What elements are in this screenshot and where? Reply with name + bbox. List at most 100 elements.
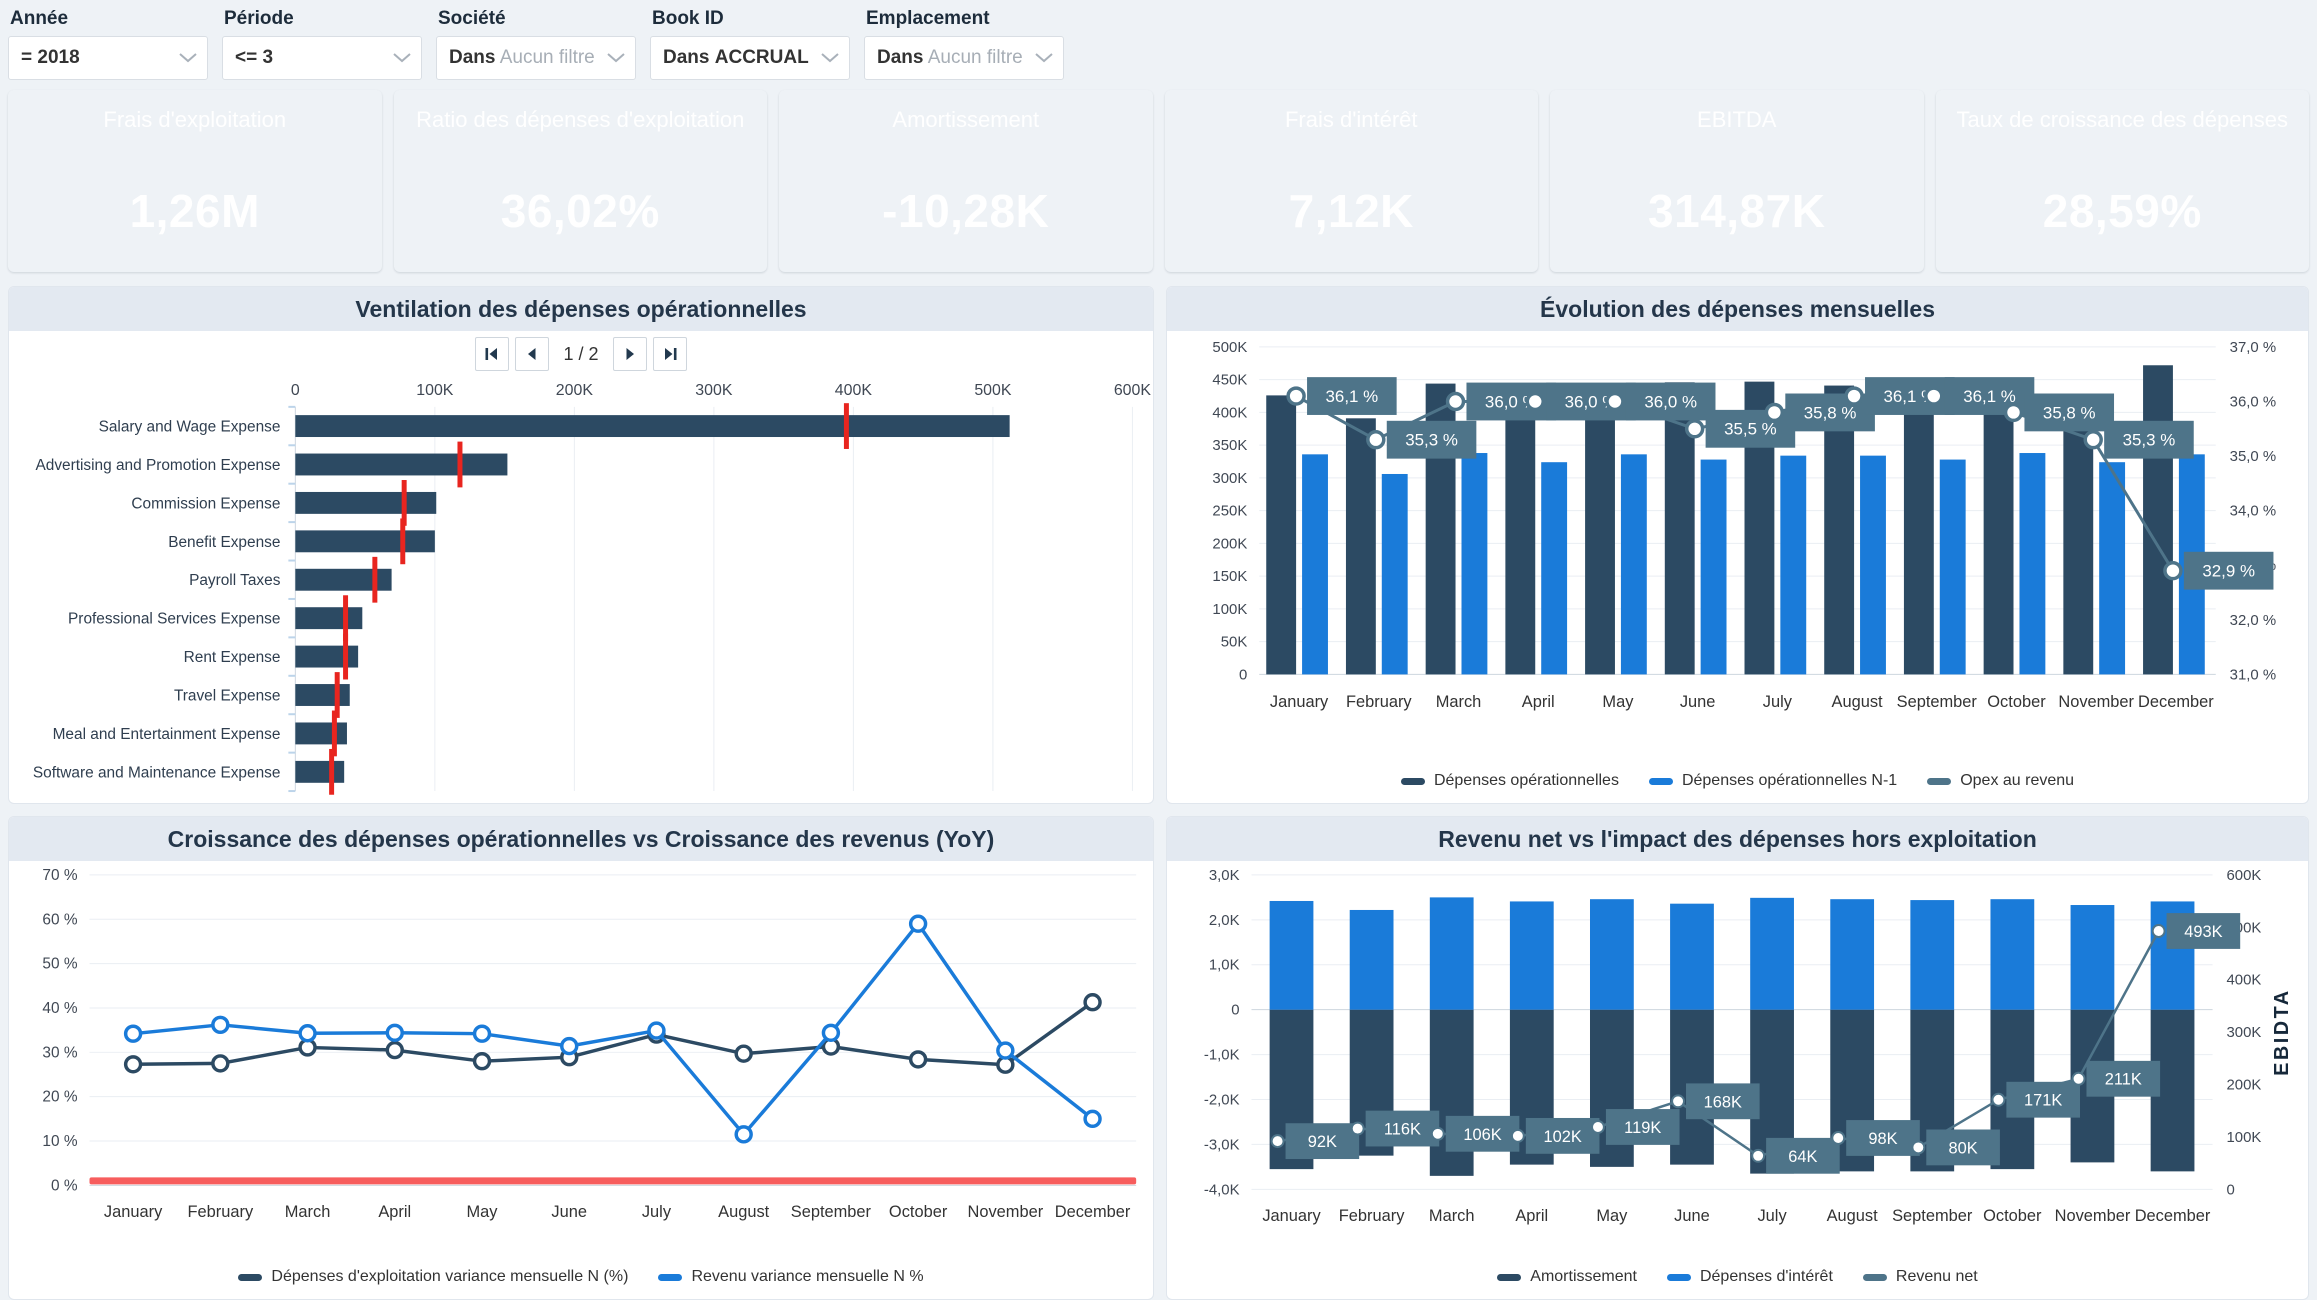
column-previous-year[interactable] <box>1382 474 1408 674</box>
column-previous-year[interactable] <box>1621 454 1647 674</box>
interest-column[interactable] <box>1910 900 1954 1010</box>
column-previous-year[interactable] <box>1302 454 1328 674</box>
filter-dropdown-annee[interactable]: = 2018 <box>8 36 208 80</box>
legend-item[interactable]: Dépenses d'intérêt <box>1667 1268 1833 1286</box>
interest-column[interactable] <box>1830 899 1874 1009</box>
line-point[interactable] <box>1687 421 1703 437</box>
line-point[interactable] <box>1368 432 1384 448</box>
expense-bar[interactable] <box>295 492 436 514</box>
interest-column[interactable] <box>1670 904 1714 1010</box>
line-point[interactable] <box>1766 404 1782 420</box>
target-marker[interactable] <box>343 634 348 680</box>
line-point[interactable] <box>475 1054 490 1069</box>
column-current-year[interactable] <box>1904 388 1934 674</box>
column-current-year[interactable] <box>1346 418 1376 674</box>
filter-dropdown-periode[interactable]: <= 3 <box>222 36 422 80</box>
line-point[interactable] <box>823 1025 838 1040</box>
expense-bar[interactable] <box>295 415 1009 437</box>
line-point[interactable] <box>911 916 926 931</box>
line-point[interactable] <box>1832 1132 1844 1144</box>
line-point[interactable] <box>1085 995 1100 1010</box>
line-point[interactable] <box>1512 1130 1524 1142</box>
kpi-card-taux-croissance[interactable]: Taux de croissance des dépenses 28,59% <box>1936 90 2310 272</box>
line-point[interactable] <box>2165 563 2181 579</box>
legend-item[interactable]: Dépenses opérationnelles N-1 <box>1649 772 1897 790</box>
target-marker[interactable] <box>457 442 462 488</box>
interest-column[interactable] <box>2071 905 2115 1010</box>
line-point[interactable] <box>126 1026 141 1041</box>
line-point[interactable] <box>1432 1128 1444 1140</box>
pagination-prev-button[interactable] <box>515 337 549 371</box>
line-point[interactable] <box>2153 925 2165 937</box>
column-current-year[interactable] <box>1505 388 1535 675</box>
column-previous-year[interactable] <box>1461 453 1487 674</box>
target-marker[interactable] <box>844 403 849 449</box>
legend-item[interactable]: Revenu net <box>1863 1268 1978 1286</box>
line-point[interactable] <box>475 1026 490 1041</box>
line-point[interactable] <box>387 1043 402 1058</box>
interest-column[interactable] <box>1510 901 1554 1009</box>
column-previous-year[interactable] <box>1701 460 1727 675</box>
line-point[interactable] <box>736 1046 751 1061</box>
kpi-card-frais-exploitation[interactable]: Frais d'exploitation 1,26M <box>8 90 382 272</box>
expense-bar[interactable] <box>295 684 349 706</box>
interest-column[interactable] <box>1750 898 1794 1010</box>
interest-column[interactable] <box>1590 899 1634 1009</box>
line-point[interactable] <box>1085 1111 1100 1126</box>
column-previous-year[interactable] <box>2019 453 2045 674</box>
kpi-card-ratio-depenses[interactable]: Ratio des dépenses d'exploitation 36,02% <box>394 90 768 272</box>
kpi-card-amortissement[interactable]: Amortissement -10,28K <box>779 90 1153 272</box>
line-point[interactable] <box>1288 388 1304 404</box>
column-previous-year[interactable] <box>1780 456 1806 675</box>
legend-item[interactable]: Opex au revenu <box>1927 772 2074 790</box>
line-point[interactable] <box>2085 432 2101 448</box>
column-current-year[interactable] <box>1585 399 1615 675</box>
target-marker[interactable] <box>329 749 334 795</box>
line-point[interactable] <box>736 1127 751 1142</box>
line-point[interactable] <box>1592 1121 1604 1133</box>
line-point[interactable] <box>1448 394 1464 410</box>
line-point[interactable] <box>1912 1141 1924 1153</box>
pagination-next-button[interactable] <box>613 337 647 371</box>
column-current-year[interactable] <box>1984 390 2014 674</box>
interest-column[interactable] <box>1350 910 1394 1010</box>
expense-bar[interactable] <box>295 646 358 668</box>
column-current-year[interactable] <box>1266 395 1296 674</box>
interest-column[interactable] <box>1430 897 1474 1009</box>
interest-column[interactable] <box>1270 901 1314 1010</box>
interest-column[interactable] <box>1990 899 2034 1009</box>
line-point[interactable] <box>998 1043 1013 1058</box>
legend-item[interactable]: Amortissement <box>1497 1268 1637 1286</box>
line-point[interactable] <box>213 1017 228 1032</box>
filter-dropdown-bookid[interactable]: Dans ACCRUAL <box>650 36 850 80</box>
kpi-card-ebitda[interactable]: EBITDA 314,87K <box>1550 90 1924 272</box>
line-point[interactable] <box>649 1023 664 1038</box>
line-point[interactable] <box>911 1052 926 1067</box>
pagination-last-button[interactable] <box>653 337 687 371</box>
expense-bar[interactable] <box>295 607 362 629</box>
column-previous-year[interactable] <box>1940 460 1966 675</box>
column-current-year[interactable] <box>2143 365 2173 674</box>
line-point[interactable] <box>387 1025 402 1040</box>
line-point[interactable] <box>1352 1123 1364 1135</box>
column-previous-year[interactable] <box>1541 462 1567 674</box>
filter-dropdown-societe[interactable]: Dans Aucun filtre <box>436 36 636 80</box>
line-point[interactable] <box>1672 1095 1684 1107</box>
line-point[interactable] <box>300 1026 315 1041</box>
legend-item[interactable]: Dépenses d'exploitation variance mensuel… <box>238 1268 628 1286</box>
target-marker[interactable] <box>400 518 405 564</box>
expense-bar[interactable] <box>295 722 347 744</box>
line-point[interactable] <box>2006 404 2022 420</box>
target-marker[interactable] <box>372 557 377 603</box>
line-point[interactable] <box>126 1057 141 1072</box>
line-point[interactable] <box>1272 1135 1284 1147</box>
line-point[interactable] <box>1926 388 1942 404</box>
expense-bar[interactable] <box>295 761 344 783</box>
legend-item[interactable]: Dépenses opérationnelles <box>1401 772 1619 790</box>
line-point[interactable] <box>562 1039 577 1054</box>
expense-bar[interactable] <box>295 454 507 476</box>
kpi-card-frais-interet[interactable]: Frais d'intérêt 7,12K <box>1165 90 1539 272</box>
line-point[interactable] <box>1752 1150 1764 1162</box>
filter-dropdown-emplacement[interactable]: Dans Aucun filtre <box>864 36 1064 80</box>
line-point[interactable] <box>1527 394 1543 410</box>
